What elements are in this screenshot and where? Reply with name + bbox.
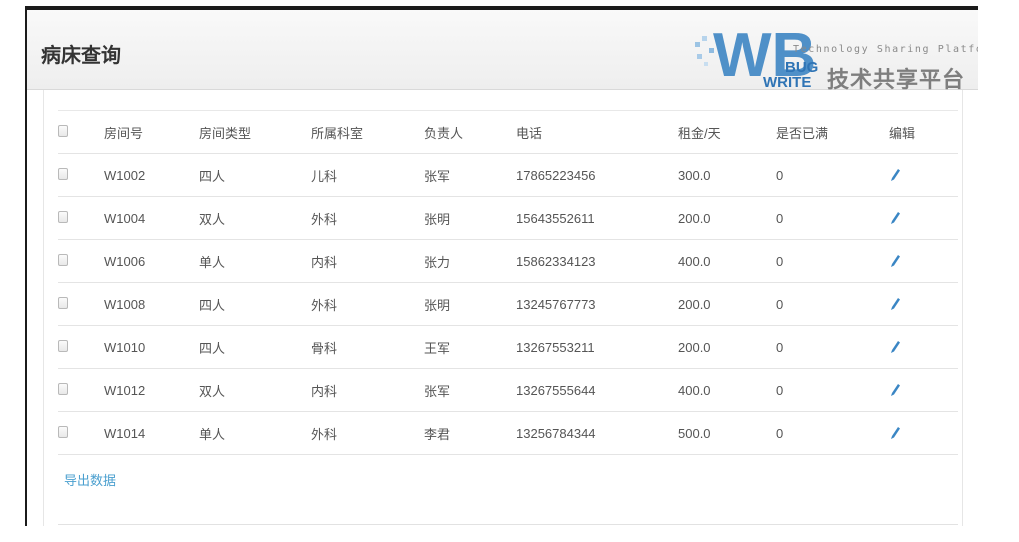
row-checkbox[interactable] [58,296,68,309]
page-header: 病床查询 WB BUG WRITE Technology Sharing Pla… [27,10,978,93]
row-checkbox[interactable] [58,253,68,266]
table-row: W1004 双人 外科 张明 15643552611 200.0 0 [58,197,958,240]
row-checkbox[interactable] [58,339,68,352]
room-type-cell: 单人 [199,254,226,270]
phone-cell: 13267555644 [516,382,596,398]
room-number-cell: W1010 [104,339,146,355]
phone-cell: 17865223456 [516,167,596,183]
rent-per-day-cell: 400.0 [678,382,711,398]
is-full-cell: 0 [776,425,784,441]
room-type-cell: 双人 [199,211,226,227]
person-in-charge-cell: 张明 [424,211,451,227]
select-all-checkbox[interactable] [58,124,68,137]
room-number-cell: W1008 [104,296,146,312]
phone-cell: 15862334123 [516,253,596,269]
phone-cell: 13256784344 [516,425,596,441]
room-type-cell: 双人 [199,383,226,399]
room-number-cell: W1004 [104,210,146,226]
is-full-cell: 0 [776,210,784,226]
table-row: W1014 单人 外科 李君 13256784344 500.0 0 [58,412,958,455]
app-window: 病床查询 WB BUG WRITE Technology Sharing Pla… [25,6,978,526]
column-header: 编辑 [889,125,916,141]
page-title: 病床查询 [41,43,121,67]
pencil-icon[interactable] [889,426,958,440]
column-header: 租金/天 [678,125,721,141]
department-cell: 内科 [311,254,338,270]
room-number-cell: W1006 [104,253,146,269]
rent-per-day-cell: 200.0 [678,339,711,355]
phone-cell: 13267553211 [516,339,595,355]
column-header: 所属科室 [311,125,364,141]
table-header-row: 房间号 房间类型 所属科室 负责人 电话 租金/天 是否已满 编辑 [58,110,958,154]
room-number-cell: W1014 [104,425,146,441]
person-in-charge-cell: 张军 [424,383,451,399]
room-type-cell: 四人 [199,297,226,313]
person-in-charge-cell: 张明 [424,297,451,313]
is-full-cell: 0 [776,382,784,398]
rent-per-day-cell: 300.0 [678,167,711,183]
is-full-cell: 0 [776,339,784,355]
export-data-link[interactable]: 导出数据 [64,470,116,489]
room-type-cell: 四人 [199,168,226,184]
is-full-cell: 0 [776,296,784,312]
table-row: W1006 单人 内科 张力 15862334123 400.0 0 [58,240,958,283]
room-type-cell: 单人 [199,426,226,442]
rent-per-day-cell: 200.0 [678,210,711,226]
rent-per-day-cell: 200.0 [678,296,711,312]
rent-per-day-cell: 400.0 [678,253,711,269]
is-full-cell: 0 [776,167,784,183]
logo-tagline: Technology Sharing Platform [793,44,978,55]
department-cell: 儿科 [311,168,338,184]
content-panel: 房间号 房间类型 所属科室 负责人 电话 租金/天 是否已满 编辑 W1002 四… [43,90,963,526]
table-row: W1012 双人 内科 张军 13267555644 400.0 0 [58,369,958,412]
table-row: W1002 四人 儿科 张军 17865223456 300.0 0 [58,154,958,197]
column-header: 房间类型 [199,125,252,141]
row-checkbox[interactable] [58,425,68,438]
pencil-icon[interactable] [889,383,958,397]
row-checkbox[interactable] [58,382,68,395]
svg-text:WRITE: WRITE [763,74,811,88]
row-checkbox[interactable] [58,167,68,180]
row-checkbox[interactable] [58,210,68,223]
pencil-icon[interactable] [889,168,958,182]
column-header: 是否已满 [776,125,829,141]
pencil-icon[interactable] [889,297,958,311]
person-in-charge-cell: 张力 [424,254,451,270]
pencil-icon[interactable] [889,211,958,225]
column-header: 负责人 [424,125,464,141]
watermark-logo: WB BUG WRITE Technology Sharing Platform… [693,14,978,93]
department-cell: 外科 [311,211,338,227]
department-cell: 外科 [311,297,338,313]
pencil-icon[interactable] [889,340,958,354]
person-in-charge-cell: 张军 [424,168,451,184]
table-row: W1010 四人 骨科 王军 13267553211 200.0 0 [58,326,958,369]
room-type-cell: 四人 [199,340,226,356]
rent-per-day-cell: 500.0 [678,425,711,441]
column-header: 房间号 [104,125,144,141]
column-header: 电话 [516,125,543,141]
department-cell: 内科 [311,383,338,399]
divider [58,524,958,525]
bed-table: 房间号 房间类型 所属科室 负责人 电话 租金/天 是否已满 编辑 W1002 四… [58,110,958,455]
person-in-charge-cell: 王军 [424,340,451,356]
pencil-icon[interactable] [889,254,958,268]
room-number-cell: W1002 [104,167,146,183]
person-in-charge-cell: 李君 [424,426,451,442]
department-cell: 骨科 [311,340,338,356]
department-cell: 外科 [311,426,338,442]
phone-cell: 13245767773 [516,296,596,312]
table-row: W1008 四人 外科 张明 13245767773 200.0 0 [58,283,958,326]
phone-cell: 15643552611 [516,210,595,226]
room-number-cell: W1012 [104,382,146,398]
is-full-cell: 0 [776,253,784,269]
